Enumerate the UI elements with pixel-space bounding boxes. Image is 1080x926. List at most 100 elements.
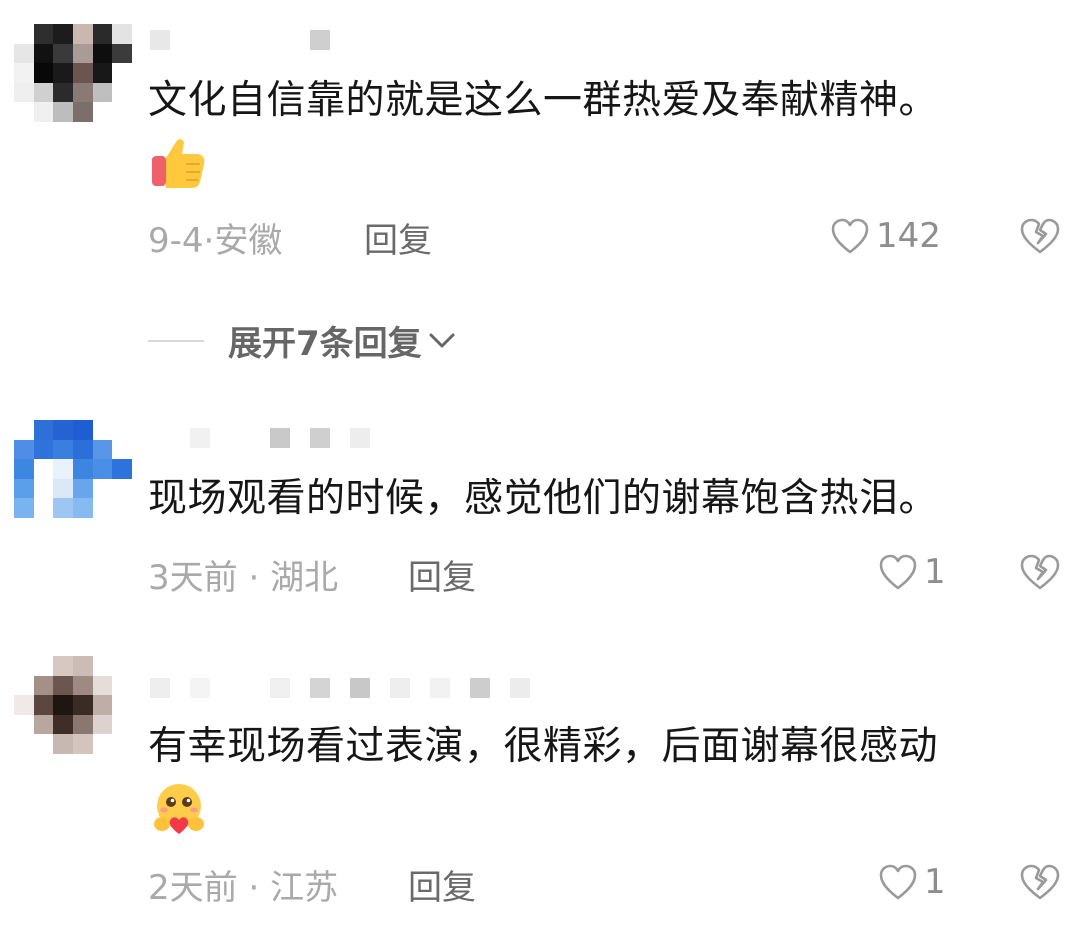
avatar-pixel — [53, 439, 73, 460]
meta-separator: · — [248, 558, 260, 598]
avatar-pixel — [92, 63, 113, 83]
avatar-pixel — [112, 63, 132, 83]
avatar-pixel — [112, 478, 132, 499]
avatar-pixel — [53, 24, 73, 44]
avatar-pixel — [72, 695, 93, 715]
avatar-pixel — [112, 82, 132, 103]
avatar-pixel — [72, 675, 93, 696]
comment-meta: 3天前 · 湖北 — [148, 550, 338, 599]
heart-icon — [879, 554, 917, 590]
avatar-pixel — [72, 478, 93, 499]
avatar[interactable] — [14, 24, 132, 122]
comment-location: 安徽 — [214, 221, 283, 261]
avatar-pixel — [33, 82, 54, 103]
avatar[interactable] — [14, 656, 132, 754]
avatar-pixel — [53, 714, 73, 735]
avatar-pixel — [33, 656, 54, 676]
avatar-pixel — [92, 420, 113, 440]
avatar-pixel — [33, 675, 54, 696]
like-button[interactable]: 1 — [878, 552, 946, 592]
meta-separator: · — [248, 868, 260, 908]
avatar-pixel — [33, 43, 54, 64]
avatar-pixel — [33, 102, 54, 122]
reply-button[interactable]: 回复 — [408, 550, 476, 599]
avatar-pixel — [112, 714, 132, 735]
avatar-pixel — [72, 656, 93, 676]
like-button[interactable]: 142 — [830, 216, 941, 256]
avatar-pixel — [14, 714, 34, 735]
avatar-pixel — [72, 714, 93, 735]
avatar-pixel — [33, 63, 54, 83]
like-button[interactable]: 1 — [878, 862, 946, 902]
expand-divider — [148, 339, 204, 342]
avatar-pixel — [112, 734, 132, 754]
avatar-pixel — [33, 24, 54, 44]
avatar-pixel — [92, 24, 113, 44]
chevron-down-icon — [429, 333, 455, 347]
avatar-pixel — [53, 459, 73, 479]
comment-meta: 2天前 · 江苏 — [148, 860, 338, 909]
dislike-button[interactable] — [1018, 862, 1062, 906]
avatar-pixel — [112, 695, 132, 715]
avatar-pixel — [14, 82, 34, 103]
comment-location: 江苏 — [270, 868, 339, 908]
reply-button[interactable]: 回复 — [364, 213, 432, 262]
expand-replies-label: 展开7条回复 — [228, 324, 422, 364]
avatar-pixel — [33, 695, 54, 715]
comment-text: 现场观看的时候，感觉他们的谢幕饱含热泪。 — [148, 476, 939, 521]
avatar-pixel — [112, 420, 132, 440]
avatar-pixel — [53, 420, 73, 440]
avatar-pixel — [53, 478, 73, 499]
avatar-pixel — [53, 43, 73, 64]
avatar-pixel — [92, 734, 113, 754]
avatar-pixel — [14, 498, 34, 518]
avatar-pixel — [92, 439, 113, 460]
avatar-pixel — [112, 459, 132, 479]
heart-icon — [831, 218, 869, 254]
comment-date: 9-4 — [148, 221, 204, 261]
avatar-pixel — [14, 24, 34, 44]
avatar-pixel — [14, 43, 34, 64]
avatar-pixel — [14, 63, 34, 83]
avatar-pixel — [14, 420, 34, 440]
avatar-pixel — [72, 24, 93, 44]
meta-separator: · — [203, 221, 215, 261]
avatar-pixel — [14, 734, 34, 754]
avatar-pixel — [112, 675, 132, 696]
avatar-pixel — [33, 459, 54, 479]
avatar-pixel — [92, 82, 113, 103]
avatar-pixel — [92, 498, 113, 518]
avatar-pixel — [112, 24, 132, 44]
reply-button[interactable]: 回复 — [408, 860, 476, 909]
comment-text: 有幸现场看过表演，很精彩，后面谢幕很感动 — [148, 724, 939, 769]
avatar-pixel — [112, 656, 132, 676]
avatar-pixel — [72, 439, 93, 460]
avatar-pixel — [72, 63, 93, 83]
avatar-pixel — [72, 102, 93, 122]
broken-heart-icon — [1020, 218, 1060, 254]
avatar-pixel — [53, 498, 73, 518]
avatar-pixel — [112, 102, 132, 122]
avatar-pixel — [33, 478, 54, 499]
expand-replies-button[interactable]: 展开7条回复 — [148, 316, 456, 365]
username-blurred[interactable] — [150, 28, 330, 52]
username-blurred[interactable] — [150, 426, 370, 450]
avatar-pixel — [53, 734, 73, 754]
comment-date: 2天前 — [148, 868, 238, 908]
avatar-pixel — [14, 102, 34, 122]
dislike-button[interactable] — [1018, 552, 1062, 596]
thumbs-up-icon — [150, 134, 208, 192]
avatar-pixel — [53, 656, 73, 676]
username-blurred[interactable] — [150, 676, 530, 700]
avatar-pixel — [33, 498, 54, 518]
comment-date: 3天前 — [148, 558, 238, 598]
heart-icon — [879, 864, 917, 900]
avatar[interactable] — [14, 420, 132, 518]
dislike-button[interactable] — [1018, 216, 1062, 260]
avatar-pixel — [33, 439, 54, 460]
avatar-pixel — [53, 63, 73, 83]
avatar-pixel — [14, 459, 34, 479]
avatar-pixel — [72, 420, 93, 440]
avatar-pixel — [92, 102, 113, 122]
comment-location: 湖北 — [270, 558, 339, 598]
